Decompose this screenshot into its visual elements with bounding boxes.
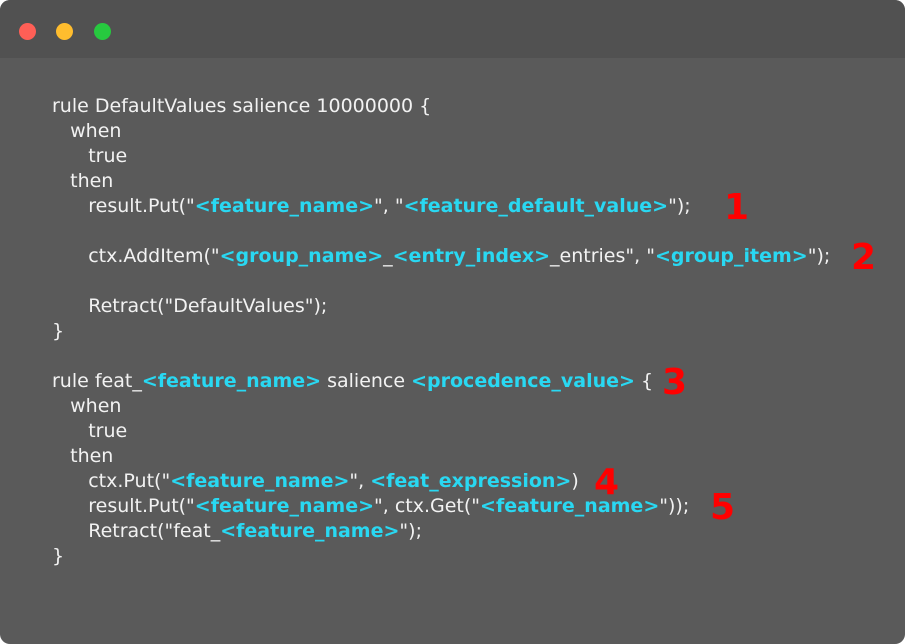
code-line: then — [52, 169, 113, 194]
code-text: } — [52, 545, 65, 567]
code-placeholder: <group_name> — [219, 245, 384, 267]
annotation-marker-5: 5 — [710, 487, 736, 528]
code-text: then — [52, 445, 114, 467]
minimize-button[interactable] — [56, 23, 73, 40]
code-placeholder: <feature_name> — [480, 495, 660, 517]
code-line: rule DefaultValues salience 10000000 { — [52, 94, 431, 119]
code-line: } — [52, 319, 64, 344]
code-line: true — [52, 144, 127, 169]
code-line: when — [52, 394, 121, 419]
code-placeholder: <feature_default_value> — [403, 195, 669, 217]
code-text: true — [52, 420, 128, 442]
annotation-marker-3: 3 — [662, 362, 688, 403]
annotation-marker-2: 2 — [851, 237, 877, 278]
code-line: true — [52, 419, 127, 444]
code-placeholder: <feat_expression> — [370, 470, 572, 492]
code-line: ctx.Put("<feature_name>", <feat_expressi… — [52, 469, 579, 494]
code-placeholder: <feature_name> — [194, 495, 375, 517]
code-placeholder: <feature_name> — [141, 370, 322, 392]
code-text: when — [52, 120, 122, 142]
code-text: { — [634, 370, 654, 392]
code-placeholder: <group_item> — [654, 245, 808, 267]
code-text: true — [52, 145, 128, 167]
code-text: ) — [571, 470, 579, 492]
code-line: Retract("DefaultValues"); — [52, 294, 327, 319]
code-text: "); — [399, 520, 422, 542]
code-text: rule feat_ — [52, 370, 142, 392]
code-text: "); — [668, 195, 691, 217]
code-placeholder: <feature_name> — [194, 195, 375, 217]
code-placeholder: <entry_index> — [392, 245, 551, 267]
code-text: _entries", " — [550, 245, 655, 267]
code-text: then — [52, 170, 114, 192]
code-line: result.Put("<feature_name>", "<feature_d… — [52, 194, 691, 219]
annotation-marker-4: 4 — [594, 462, 620, 503]
code-line: then — [52, 444, 113, 469]
code-line: Retract("feat_<feature_name>"); — [52, 519, 422, 544]
code-text: ", " — [374, 195, 404, 217]
window-titlebar — [0, 0, 905, 58]
code-line: rule feat_<feature_name> salience <proce… — [52, 369, 653, 394]
code-text: ctx.Put(" — [52, 470, 171, 492]
code-placeholder: <feature_name> — [220, 520, 400, 542]
code-line: when — [52, 119, 121, 144]
code-text: ctx.AddItem(" — [52, 245, 220, 267]
code-text: ")); — [659, 495, 690, 517]
maximize-button[interactable] — [94, 23, 111, 40]
code-text: when — [52, 395, 122, 417]
code-text: ", — [349, 470, 371, 492]
code-text: _ — [383, 245, 393, 267]
code-text: Retract("feat_ — [52, 520, 221, 542]
code-window: rule DefaultValues salience 10000000 { w… — [0, 0, 905, 644]
code-text: rule DefaultValues salience 10000000 { — [52, 95, 432, 117]
code-line: } — [52, 544, 64, 569]
annotation-marker-1: 1 — [724, 187, 750, 228]
close-button[interactable] — [19, 23, 36, 40]
code-line: ctx.AddItem("<group_name>_<entry_index>_… — [52, 244, 830, 269]
code-text: result.Put(" — [52, 495, 195, 517]
code-text: salience — [321, 370, 412, 392]
code-placeholder: <procedence_value> — [411, 370, 635, 392]
code-text: } — [52, 320, 65, 342]
code-placeholder: <feature_name> — [170, 470, 350, 492]
code-text: result.Put(" — [52, 195, 195, 217]
code-text: "); — [807, 245, 831, 267]
code-text: Retract("DefaultValues"); — [52, 295, 328, 317]
code-text: ", ctx.Get(" — [374, 495, 481, 517]
